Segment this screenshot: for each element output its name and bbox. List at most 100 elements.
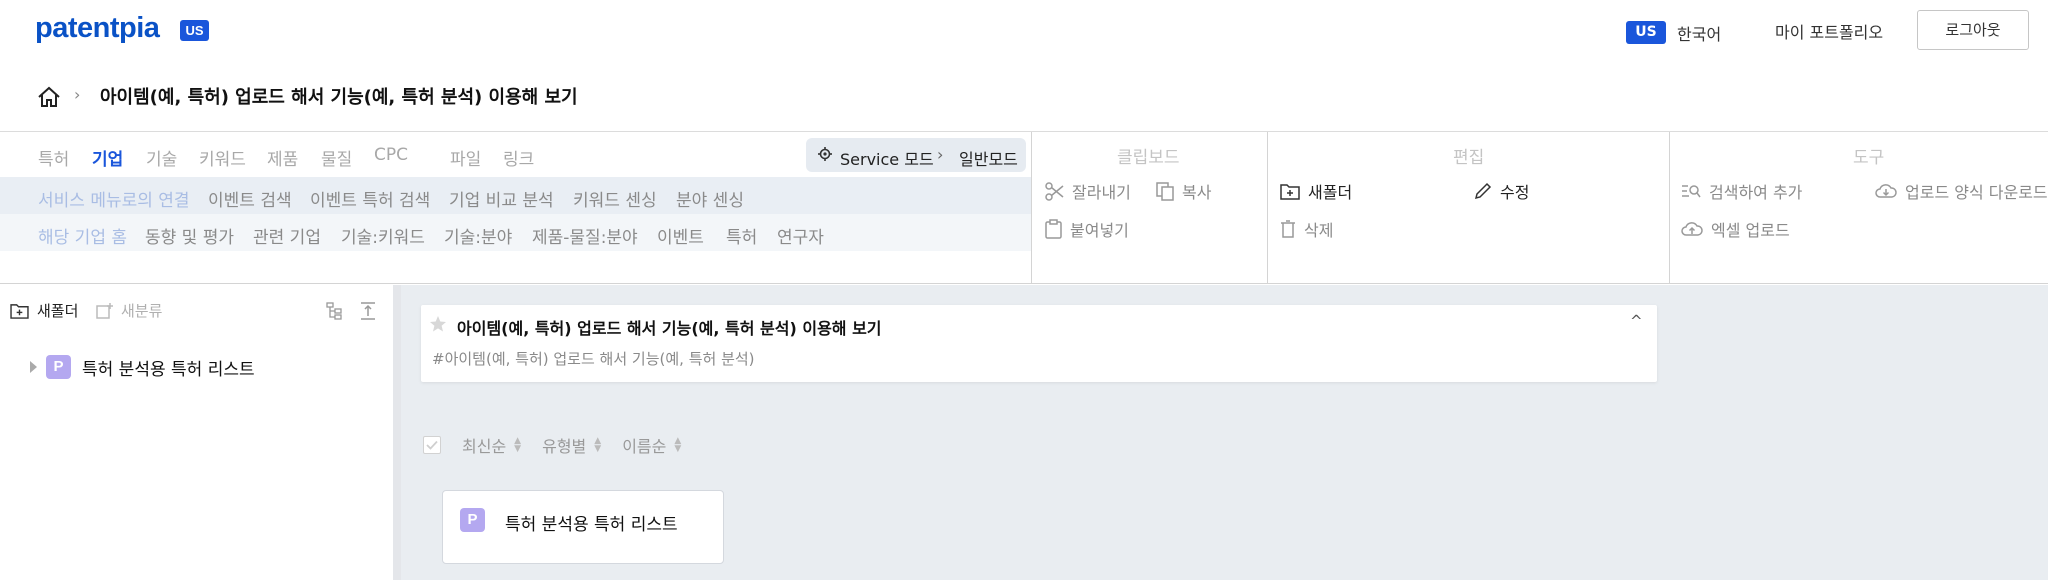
tech-field[interactable]: 기술:분야 (444, 223, 512, 248)
tools-group-title: 도구 (1853, 148, 1885, 168)
keyword-sensing[interactable]: 키워드 센싱 (573, 186, 657, 211)
tab-link[interactable]: 링크 (503, 145, 534, 170)
excel-upload-button[interactable]: 엑셀 업로드 (1681, 217, 1790, 241)
new-folder-label: 새폴더 (37, 302, 79, 320)
breadcrumb: › 아이템(예, 특허) 업로드 해서 기능(예, 특허 분석) 이용해 보기 (0, 62, 2048, 132)
main-content: 아이템(예, 특허) 업로드 해서 기능(예, 특허 분석) 이용해 보기 #아… (401, 285, 2048, 580)
sort-latest[interactable]: 최신순 ▲ ▼ (462, 433, 521, 457)
select-all-checkbox[interactable] (423, 436, 441, 454)
new-category-label: 새분류 (121, 302, 163, 320)
event-search[interactable]: 이벤트 검색 (208, 186, 292, 211)
copy-label: 복사 (1182, 183, 1212, 202)
chevron-up-icon[interactable]: ^ (1630, 312, 1643, 330)
logout-button[interactable]: 로그아웃 (1917, 10, 2029, 50)
tree-structure-icon[interactable] (326, 302, 342, 320)
trend-evaluation[interactable]: 동향 및 평가 (145, 223, 234, 248)
new-category-button[interactable]: 새분류 (96, 300, 162, 321)
copy-button[interactable]: 복사 (1156, 179, 1211, 203)
cloud-download-icon (1875, 184, 1897, 198)
service-mode-label[interactable]: Service 모드 (840, 146, 934, 170)
cut-button[interactable]: 잘라내기 (1045, 179, 1131, 203)
home-icon[interactable] (37, 86, 61, 108)
collapse-icon[interactable] (360, 302, 376, 320)
tab-technology[interactable]: 기술 (146, 145, 177, 170)
list-item-card[interactable]: P 특허 분석용 특허 리스트 (442, 490, 724, 564)
sort-type[interactable]: 유형별 ▲ ▼ (542, 433, 601, 457)
tab-patent[interactable]: 특허 (38, 145, 69, 170)
paste-label: 붙여넣기 (1070, 221, 1129, 240)
download-form-label: 업로드 양식 다운로드 (1905, 183, 2048, 202)
pencil-icon (1474, 182, 1492, 200)
normal-mode-label[interactable]: 일반모드 (959, 146, 1018, 170)
card-hashtags: #아이템(예, 특허) 업로드 해서 기능(예, 특허 분석) (432, 350, 755, 368)
company-home[interactable]: 해당 기업 홈 (38, 223, 127, 248)
mode-switch[interactable]: Service 모드 › 일반모드 (806, 138, 1026, 172)
logo-region-badge: US (180, 20, 209, 41)
tab-keyword[interactable]: 키워드 (199, 145, 246, 170)
ribbon-toolbar: 특허 기업 기술 키워드 제품 물질 CPC 파일 링크 Service 모드 … (0, 132, 2048, 284)
clipboard-icon (1045, 219, 1062, 239)
category-tabs: 특허 기업 기술 키워드 제품 물질 CPC 파일 링크 Service 모드 … (0, 132, 1031, 177)
tech-keyword[interactable]: 기술:키워드 (341, 223, 425, 248)
tab-material[interactable]: 물질 (321, 145, 352, 170)
tab-company[interactable]: 기업 (92, 145, 123, 170)
panel-resizer[interactable] (393, 285, 401, 580)
sort-arrows-icon: ▲ ▼ (594, 436, 602, 454)
language-link[interactable]: 한국어 (1677, 21, 1721, 45)
related-company[interactable]: 관련 기업 (253, 223, 321, 248)
download-form-button[interactable]: 업로드 양식 다운로드 (1875, 179, 2048, 203)
sort-latest-label: 최신순 (462, 437, 507, 456)
cloud-upload-icon (1681, 222, 1703, 236)
modify-label: 수정 (1500, 183, 1530, 202)
folder-add-icon (1280, 183, 1300, 200)
researcher-tab[interactable]: 연구자 (777, 223, 824, 248)
event-tab[interactable]: 이벤트 (657, 223, 704, 248)
list-search-icon (1682, 185, 1701, 198)
patent-tab[interactable]: 특허 (726, 223, 757, 248)
sort-bar: 최신순 ▲ ▼ 유형별 ▲ ▼ 이름순 ▲ ▼ (423, 433, 681, 457)
product-material-field[interactable]: 제품-물질:분야 (532, 223, 638, 248)
sort-type-label: 유형별 (542, 437, 587, 456)
my-portfolio-link[interactable]: 마이 포트폴리오 (1775, 19, 1883, 43)
trash-icon (1281, 220, 1295, 238)
event-patent-search[interactable]: 이벤트 특허 검색 (310, 186, 430, 211)
delete-label: 삭제 (1304, 221, 1334, 240)
clipboard-group-title: 클립보드 (1117, 148, 1180, 168)
expand-arrow-icon[interactable] (30, 361, 37, 373)
tree-item-label[interactable]: 특허 분석용 특허 리스트 (82, 355, 255, 380)
top-header: patentpia US US 한국어 마이 포트폴리오 로그아웃 (0, 0, 2048, 62)
delete-button[interactable]: 삭제 (1280, 217, 1333, 241)
service-menu-link[interactable]: 서비스 메뉴로의 연결 (38, 186, 190, 211)
card-title: 아이템(예, 특허) 업로드 해서 기능(예, 특허 분석) 이용해 보기 (457, 319, 882, 338)
tab-cpc[interactable]: CPC (374, 145, 408, 165)
tab-file[interactable]: 파일 (450, 145, 481, 170)
modify-button[interactable]: 수정 (1474, 179, 1529, 203)
sort-name-label: 이름순 (622, 437, 667, 456)
new-folder-button[interactable]: 새폴더 (1280, 179, 1352, 203)
company-menu-row: 해당 기업 홈 동향 및 평가 관련 기업 기술:키워드 기술:분야 제품-물질… (0, 214, 1031, 251)
search-add-button[interactable]: 검색하여 추가 (1681, 179, 1802, 203)
paste-button[interactable]: 붙여넣기 (1045, 217, 1129, 241)
service-menu-row: 서비스 메뉴로의 연결 이벤트 검색 이벤트 특허 검색 기업 비교 분석 키워… (0, 177, 1031, 214)
divider (1669, 132, 1670, 284)
category-add-icon (96, 302, 113, 319)
company-compare[interactable]: 기업 비교 분석 (449, 186, 554, 211)
logo[interactable]: patentpia (35, 12, 160, 45)
language-badge[interactable]: US (1626, 21, 1666, 44)
folder-tree-panel: 새폴더 새분류 P 특허 분석용 특허 리스트 (0, 285, 393, 580)
field-sensing[interactable]: 분야 센싱 (676, 186, 744, 211)
patent-badge: P (460, 508, 485, 532)
info-card: 아이템(예, 특허) 업로드 해서 기능(예, 특허 분석) 이용해 보기 #아… (421, 305, 1657, 382)
edit-group-title: 편집 (1453, 148, 1485, 168)
search-add-label: 검색하여 추가 (1709, 183, 1803, 202)
divider (1031, 132, 1032, 284)
check-icon (426, 440, 438, 450)
sort-arrows-icon: ▲ ▼ (674, 436, 682, 454)
star-icon[interactable] (429, 315, 447, 333)
new-folder-label: 새폴더 (1308, 183, 1353, 202)
tab-product[interactable]: 제품 (267, 145, 298, 170)
scissors-icon (1045, 181, 1064, 201)
item-title: 특허 분석용 특허 리스트 (505, 515, 678, 535)
sort-name[interactable]: 이름순 ▲ ▼ (622, 433, 681, 457)
new-folder-button[interactable]: 새폴더 (10, 300, 78, 321)
